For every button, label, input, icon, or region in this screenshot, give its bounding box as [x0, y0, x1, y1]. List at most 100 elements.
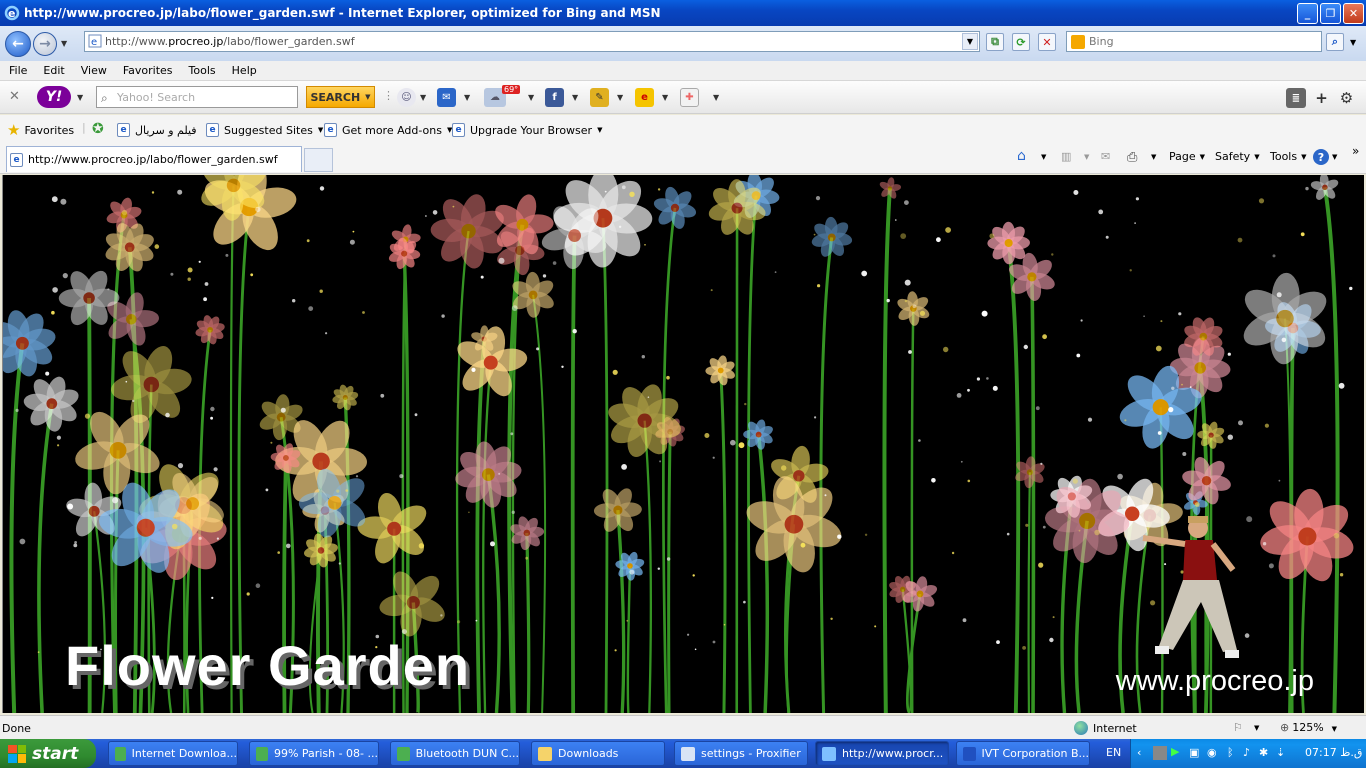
search-button[interactable]: ⌕	[1326, 33, 1344, 51]
sparkle	[1305, 186, 1309, 191]
notes-icon[interactable]: ✎	[590, 88, 609, 107]
taskbar-item-internet-download[interactable]: Internet Downloa...	[108, 741, 238, 766]
favorite-item-1[interactable]: e فيلم و سريال	[117, 123, 197, 137]
chevron-down-icon[interactable]: ▼	[77, 93, 83, 102]
puzzle-icon[interactable]: ✚	[680, 88, 699, 107]
sparkle	[480, 275, 484, 279]
yahoo-search-input[interactable]: ⌕ Yahoo! Search	[96, 86, 298, 108]
smiley-icon[interactable]: ☺	[397, 88, 416, 107]
chevron-down-icon: ▼	[1332, 153, 1338, 161]
bing-search-input[interactable]: Bing	[1066, 31, 1322, 52]
zoom-level[interactable]: ⊕ 125% ▼	[1280, 721, 1337, 734]
menu-edit[interactable]: Edit	[34, 64, 71, 77]
chevron-down-icon[interactable]: ▼	[1041, 153, 1046, 161]
start-button[interactable]: start	[0, 739, 96, 768]
chevron-down-icon[interactable]: ▼	[1151, 153, 1156, 161]
yahoo-search-button[interactable]: SEARCH ▼	[306, 86, 375, 108]
chevron-down-icon[interactable]: ▼	[662, 93, 668, 102]
sparkle	[1078, 529, 1081, 532]
play-icon[interactable]: ▶	[1171, 745, 1179, 758]
home-icon[interactable]: ⌂	[1017, 148, 1026, 164]
flower-stem	[719, 370, 727, 713]
stop-button[interactable]: ✕	[1038, 33, 1056, 51]
sparkle	[657, 567, 660, 570]
zoom-label: 125%	[1292, 721, 1324, 734]
tab-active[interactable]: e http://www.procreo.jp/labo/flower_gard…	[6, 146, 302, 172]
print-icon[interactable]: ⎙	[1127, 150, 1137, 165]
minimize-button[interactable]: _	[1297, 2, 1318, 24]
taskbar-item-ie[interactable]: http://www.procr...	[815, 741, 949, 766]
address-bar[interactable]: e http://www.procreo.jp/labo/flower_gard…	[84, 31, 980, 52]
chevron-down-icon[interactable]: ▼	[1084, 153, 1089, 161]
chevron-right-icon[interactable]: »	[1352, 144, 1359, 158]
sparkle	[1171, 386, 1175, 390]
gear-icon[interactable]: ⚙	[1337, 88, 1356, 107]
menu-help[interactable]: Help	[223, 64, 264, 77]
toolbar-menu-icon[interactable]: ≣	[1286, 88, 1306, 108]
add-icon[interactable]: +	[1312, 88, 1331, 107]
security-zone[interactable]: Internet	[1074, 721, 1137, 735]
page-menu[interactable]: Page ▼	[1169, 150, 1205, 163]
safety-menu[interactable]: Safety ▼	[1215, 150, 1260, 163]
yahoo-logo[interactable]: Y!	[37, 86, 71, 108]
network-icon[interactable]: ▣	[1189, 746, 1199, 759]
chevron-down-icon[interactable]: ▼	[572, 93, 578, 102]
sparkle	[1272, 254, 1276, 258]
chevron-down-icon[interactable]: ▼	[420, 93, 426, 102]
forward-button[interactable]: →	[33, 31, 57, 56]
chevron-down-icon[interactable]: ▼	[617, 93, 623, 102]
sparkle	[19, 538, 26, 545]
flash-content[interactable]: Flower Garden www.procreo.jp	[2, 175, 1364, 713]
sparkle	[1227, 352, 1231, 356]
close-button[interactable]: ✕	[1343, 2, 1364, 24]
taskbar-item-bluetooth[interactable]: Bluetooth DUN C...	[390, 741, 520, 766]
taskbar-item-proxifier[interactable]: settings - Proxifier	[674, 741, 808, 766]
menu-favorites[interactable]: Favorites	[114, 64, 180, 77]
taskbar-item-parish[interactable]: 99% Parish - 08- ...	[249, 741, 379, 766]
shield-icon[interactable]: ◉	[1207, 746, 1217, 759]
antivirus-icon[interactable]: ✱	[1259, 746, 1268, 759]
bluetooth-tray-icon[interactable]: ᛒ	[1227, 746, 1234, 759]
safely-remove-icon[interactable]: ⇣	[1276, 746, 1285, 759]
feeds-icon[interactable]: ▥	[1061, 150, 1071, 163]
protected-mode-icon[interactable]: ⚐	[1233, 721, 1243, 734]
get-more-addons-button[interactable]: e Get more Add-ons ▼	[324, 123, 452, 137]
history-dropdown-icon[interactable]: ▼	[61, 39, 67, 48]
tools-menu[interactable]: Tools ▼	[1270, 150, 1307, 163]
menu-view[interactable]: View	[72, 64, 114, 77]
refresh-button[interactable]: ⟳	[1012, 33, 1030, 51]
search-options-icon[interactable]: ▼	[1350, 38, 1356, 47]
menu-file[interactable]: File	[0, 64, 34, 77]
back-button[interactable]: ←	[5, 30, 31, 57]
chevron-down-icon[interactable]: ▼	[1254, 724, 1259, 732]
read-mail-icon[interactable]: ✉	[1101, 150, 1110, 163]
taskbar-item-downloads[interactable]: Downloads	[531, 741, 665, 766]
help-menu[interactable]: ? ▼	[1313, 149, 1337, 165]
ebay-icon[interactable]: e	[635, 88, 654, 107]
restore-button[interactable]: ❐	[1320, 2, 1341, 24]
taskbar-item-ivt[interactable]: IVT Corporation B...	[956, 741, 1090, 766]
sparkle	[886, 298, 890, 303]
sparkle	[666, 375, 670, 380]
tray-expand-icon[interactable]: ‹	[1137, 746, 1141, 759]
flower-stem	[667, 431, 672, 713]
favorites-button[interactable]: ★ Favorites	[7, 121, 74, 139]
language-indicator[interactable]: EN	[1106, 746, 1121, 759]
new-tab-button[interactable]	[304, 148, 333, 172]
upgrade-browser-button[interactable]: e Upgrade Your Browser ▼	[452, 123, 602, 137]
close-toolbar-icon[interactable]: ✕	[9, 89, 20, 104]
chevron-down-icon[interactable]: ▼	[713, 93, 719, 102]
facebook-icon[interactable]: f	[545, 88, 564, 107]
address-dropdown-button[interactable]: ▼	[962, 33, 978, 50]
add-to-favorites-icon[interactable]: ✪	[92, 121, 104, 137]
tray-app-icon[interactable]	[1153, 746, 1167, 760]
chevron-down-icon[interactable]: ▼	[464, 93, 470, 102]
flower-stem	[1322, 186, 1340, 713]
mail-icon[interactable]: ✉	[437, 88, 456, 107]
menu-tools[interactable]: Tools	[180, 64, 223, 77]
compatibility-view-button[interactable]: ⧉	[986, 33, 1004, 51]
suggested-sites-button[interactable]: e Suggested Sites ▼	[206, 123, 323, 137]
chevron-down-icon[interactable]: ▼	[528, 93, 534, 102]
clock[interactable]: 07:17 ق.ظ	[1305, 746, 1362, 759]
speaker-icon[interactable]: ♪	[1243, 746, 1250, 759]
